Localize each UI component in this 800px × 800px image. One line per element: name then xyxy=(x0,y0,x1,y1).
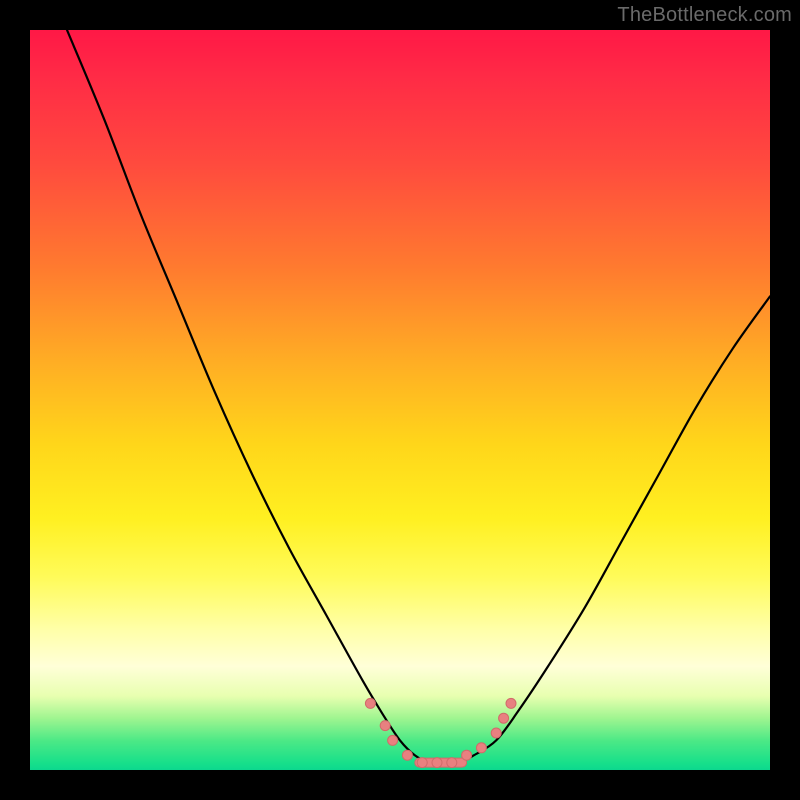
curve-marker xyxy=(380,721,390,731)
curve-layer xyxy=(30,30,770,770)
watermark-text: TheBottleneck.com xyxy=(617,4,792,27)
curve-marker xyxy=(491,728,501,738)
curve-group xyxy=(67,30,770,768)
curve-marker xyxy=(388,735,398,745)
curve-markers xyxy=(365,698,516,767)
curve-marker xyxy=(365,698,375,708)
curve-marker xyxy=(402,750,412,760)
curve-marker xyxy=(417,758,427,768)
curve-marker xyxy=(432,758,442,768)
curve-marker xyxy=(506,698,516,708)
curve-marker xyxy=(462,750,472,760)
curve-marker xyxy=(447,758,457,768)
plot-area xyxy=(30,30,770,770)
curve-marker xyxy=(499,713,509,723)
curve-marker xyxy=(476,743,486,753)
bottleneck-curve xyxy=(67,30,770,763)
chart-frame: TheBottleneck.com xyxy=(0,0,800,800)
